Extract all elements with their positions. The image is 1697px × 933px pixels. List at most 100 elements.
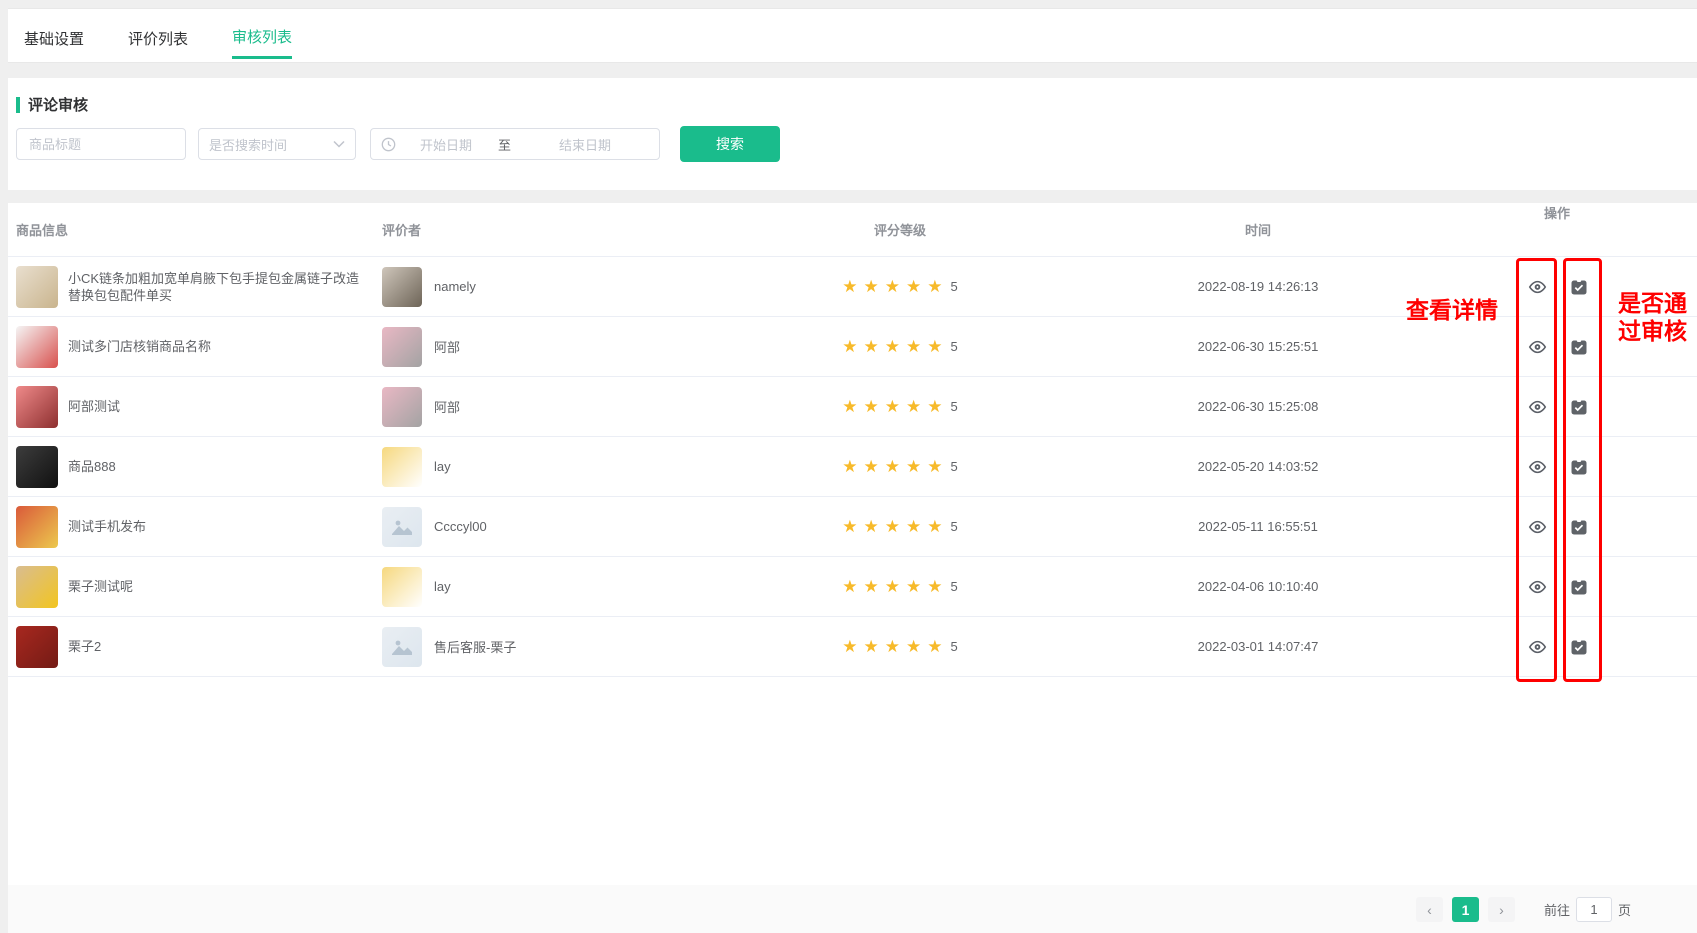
reviewer-cell: namely bbox=[372, 267, 752, 307]
rating-score: 5 bbox=[950, 339, 957, 354]
date-range-separator: 至 bbox=[498, 135, 511, 154]
avatar bbox=[382, 627, 422, 667]
tab-audit-list[interactable]: 审核列表 bbox=[232, 12, 292, 59]
goto-page-input[interactable] bbox=[1576, 897, 1612, 922]
chevron-left-icon: ‹ bbox=[1427, 902, 1432, 918]
product-cell: 测试手机发布 bbox=[8, 506, 372, 548]
reviewer-cell: 售后客服-栗子 bbox=[372, 627, 752, 667]
search-button[interactable]: 搜索 bbox=[680, 126, 780, 162]
date-range-picker[interactable]: 开始日期 至 结束日期 bbox=[370, 128, 660, 160]
reviewer-name: lay bbox=[434, 579, 451, 594]
product-title-input[interactable] bbox=[16, 128, 186, 160]
avatar bbox=[382, 507, 422, 547]
review-time: 2022-06-30 15:25:51 bbox=[1048, 339, 1468, 354]
chevron-down-icon bbox=[333, 140, 345, 148]
annotation-pass-audit-line1: 是否通 bbox=[1618, 289, 1687, 317]
page-number-button[interactable]: 1 bbox=[1452, 897, 1479, 922]
review-time: 2022-05-11 16:55:51 bbox=[1048, 519, 1468, 534]
table-row: 商品888 lay ★★★★★ 5 2022-05-20 14:03:52 bbox=[8, 437, 1697, 497]
audit-table: 商品信息 评价者 评分等级 时间 操作 小CK链条加粗加宽单肩腋下包手提包金属链… bbox=[8, 203, 1697, 885]
product-cell: 栗子2 bbox=[8, 626, 372, 668]
product-image bbox=[16, 326, 58, 368]
image-placeholder-icon bbox=[391, 638, 413, 656]
table-row: 栗子测试呢 lay ★★★★★ 5 2022-04-06 10:10:40 bbox=[8, 557, 1697, 617]
image-placeholder-icon bbox=[391, 518, 413, 536]
section-accent-bar bbox=[16, 97, 20, 113]
rating-cell: ★★★★★ 5 bbox=[752, 577, 1048, 597]
product-image bbox=[16, 506, 58, 548]
star-rating: ★★★★★ bbox=[842, 337, 948, 357]
start-date-placeholder: 开始日期 bbox=[420, 135, 472, 154]
table-header: 商品信息 评价者 评分等级 时间 操作 bbox=[8, 203, 1697, 257]
avatar bbox=[382, 327, 422, 367]
product-image bbox=[16, 386, 58, 428]
clock-icon bbox=[381, 137, 396, 152]
reviewer-name: lay bbox=[434, 459, 451, 474]
rating-score: 5 bbox=[950, 519, 957, 534]
table-row: 栗子2 售后客服-栗子 ★★★★★ 5 2022-03-01 14:07:47 bbox=[8, 617, 1697, 677]
reviewer-cell: lay bbox=[372, 447, 752, 487]
avatar bbox=[382, 447, 422, 487]
annotation-rect-pass-audit bbox=[1563, 258, 1602, 682]
rating-score: 5 bbox=[950, 399, 957, 414]
section-title: 评论审核 bbox=[16, 94, 1697, 115]
reviewer-cell: 阿部 bbox=[372, 387, 752, 427]
rating-cell: ★★★★★ 5 bbox=[752, 517, 1048, 537]
annotation-rect-view-detail bbox=[1516, 258, 1557, 682]
rating-cell: ★★★★★ 5 bbox=[752, 277, 1048, 297]
rating-score: 5 bbox=[950, 639, 957, 654]
product-name: 栗子2 bbox=[68, 638, 101, 655]
reviewer-name: namely bbox=[434, 279, 476, 294]
reviewer-name: Ccccyl00 bbox=[434, 519, 487, 534]
annotation-pass-audit-line2: 过审核 bbox=[1618, 317, 1687, 345]
rating-cell: ★★★★★ 5 bbox=[752, 637, 1048, 657]
table-row: 阿部测试 阿部 ★★★★★ 5 2022-06-30 15:25:08 bbox=[8, 377, 1697, 437]
product-cell: 小CK链条加粗加宽单肩腋下包手提包金属链子改造替换包包配件单买 bbox=[8, 266, 372, 308]
annotation-pass-audit: 是否通 过审核 bbox=[1618, 289, 1687, 345]
next-page-button[interactable]: › bbox=[1488, 897, 1515, 922]
review-time: 2022-06-30 15:25:08 bbox=[1048, 399, 1468, 414]
product-cell: 栗子测试呢 bbox=[8, 566, 372, 608]
reviewer-name: 阿部 bbox=[434, 337, 460, 356]
table-row: 测试手机发布 Ccccyl00 ★★★★★ 5 2022-05-11 16:55… bbox=[8, 497, 1697, 557]
chevron-right-icon: › bbox=[1499, 902, 1504, 918]
column-header-rating: 评分等级 bbox=[752, 220, 1048, 239]
end-date-placeholder: 结束日期 bbox=[559, 135, 611, 154]
reviewer-cell: 阿部 bbox=[372, 327, 752, 367]
time-mode-select[interactable]: 是否搜索时间 bbox=[198, 128, 356, 160]
reviewer-cell: Ccccyl00 bbox=[372, 507, 752, 547]
rating-score: 5 bbox=[950, 459, 957, 474]
product-name: 栗子测试呢 bbox=[68, 578, 133, 595]
product-name: 测试多门店核销商品名称 bbox=[68, 338, 211, 355]
star-rating: ★★★★★ bbox=[842, 457, 948, 477]
product-image bbox=[16, 626, 58, 668]
annotation-view-detail: 查看详情 bbox=[1406, 291, 1498, 325]
product-name: 商品888 bbox=[68, 458, 116, 475]
reviewer-cell: lay bbox=[372, 567, 752, 607]
product-name: 阿部测试 bbox=[68, 398, 120, 415]
section-title-text: 评论审核 bbox=[28, 94, 88, 115]
tab-review-list[interactable]: 评价列表 bbox=[128, 14, 188, 58]
review-time: 2022-03-01 14:07:47 bbox=[1048, 639, 1468, 654]
time-mode-placeholder: 是否搜索时间 bbox=[209, 135, 287, 154]
rating-score: 5 bbox=[950, 279, 957, 294]
review-time: 2022-08-19 14:26:13 bbox=[1048, 279, 1468, 294]
prev-page-button[interactable]: ‹ bbox=[1416, 897, 1443, 922]
product-image bbox=[16, 566, 58, 608]
column-header-actions-label: 操作 bbox=[1477, 203, 1637, 222]
column-header-time: 时间 bbox=[1048, 220, 1468, 239]
star-rating: ★★★★★ bbox=[842, 397, 948, 417]
pagination: ‹ 1 › 前往 页 bbox=[1416, 897, 1631, 922]
column-header-product: 商品信息 bbox=[8, 220, 372, 239]
star-rating: ★★★★★ bbox=[842, 577, 948, 597]
reviewer-name: 阿部 bbox=[434, 397, 460, 416]
rating-cell: ★★★★★ 5 bbox=[752, 457, 1048, 477]
reviewer-name: 售后客服-栗子 bbox=[434, 637, 516, 656]
table-row: 测试多门店核销商品名称 阿部 ★★★★★ 5 2022-06-30 15:25:… bbox=[8, 317, 1697, 377]
star-rating: ★★★★★ bbox=[842, 517, 948, 537]
product-image bbox=[16, 266, 58, 308]
rating-cell: ★★★★★ 5 bbox=[752, 397, 1048, 417]
product-cell: 阿部测试 bbox=[8, 386, 372, 428]
tab-basic-settings[interactable]: 基础设置 bbox=[24, 14, 84, 58]
column-header-actions: 操作 bbox=[1468, 203, 1697, 256]
